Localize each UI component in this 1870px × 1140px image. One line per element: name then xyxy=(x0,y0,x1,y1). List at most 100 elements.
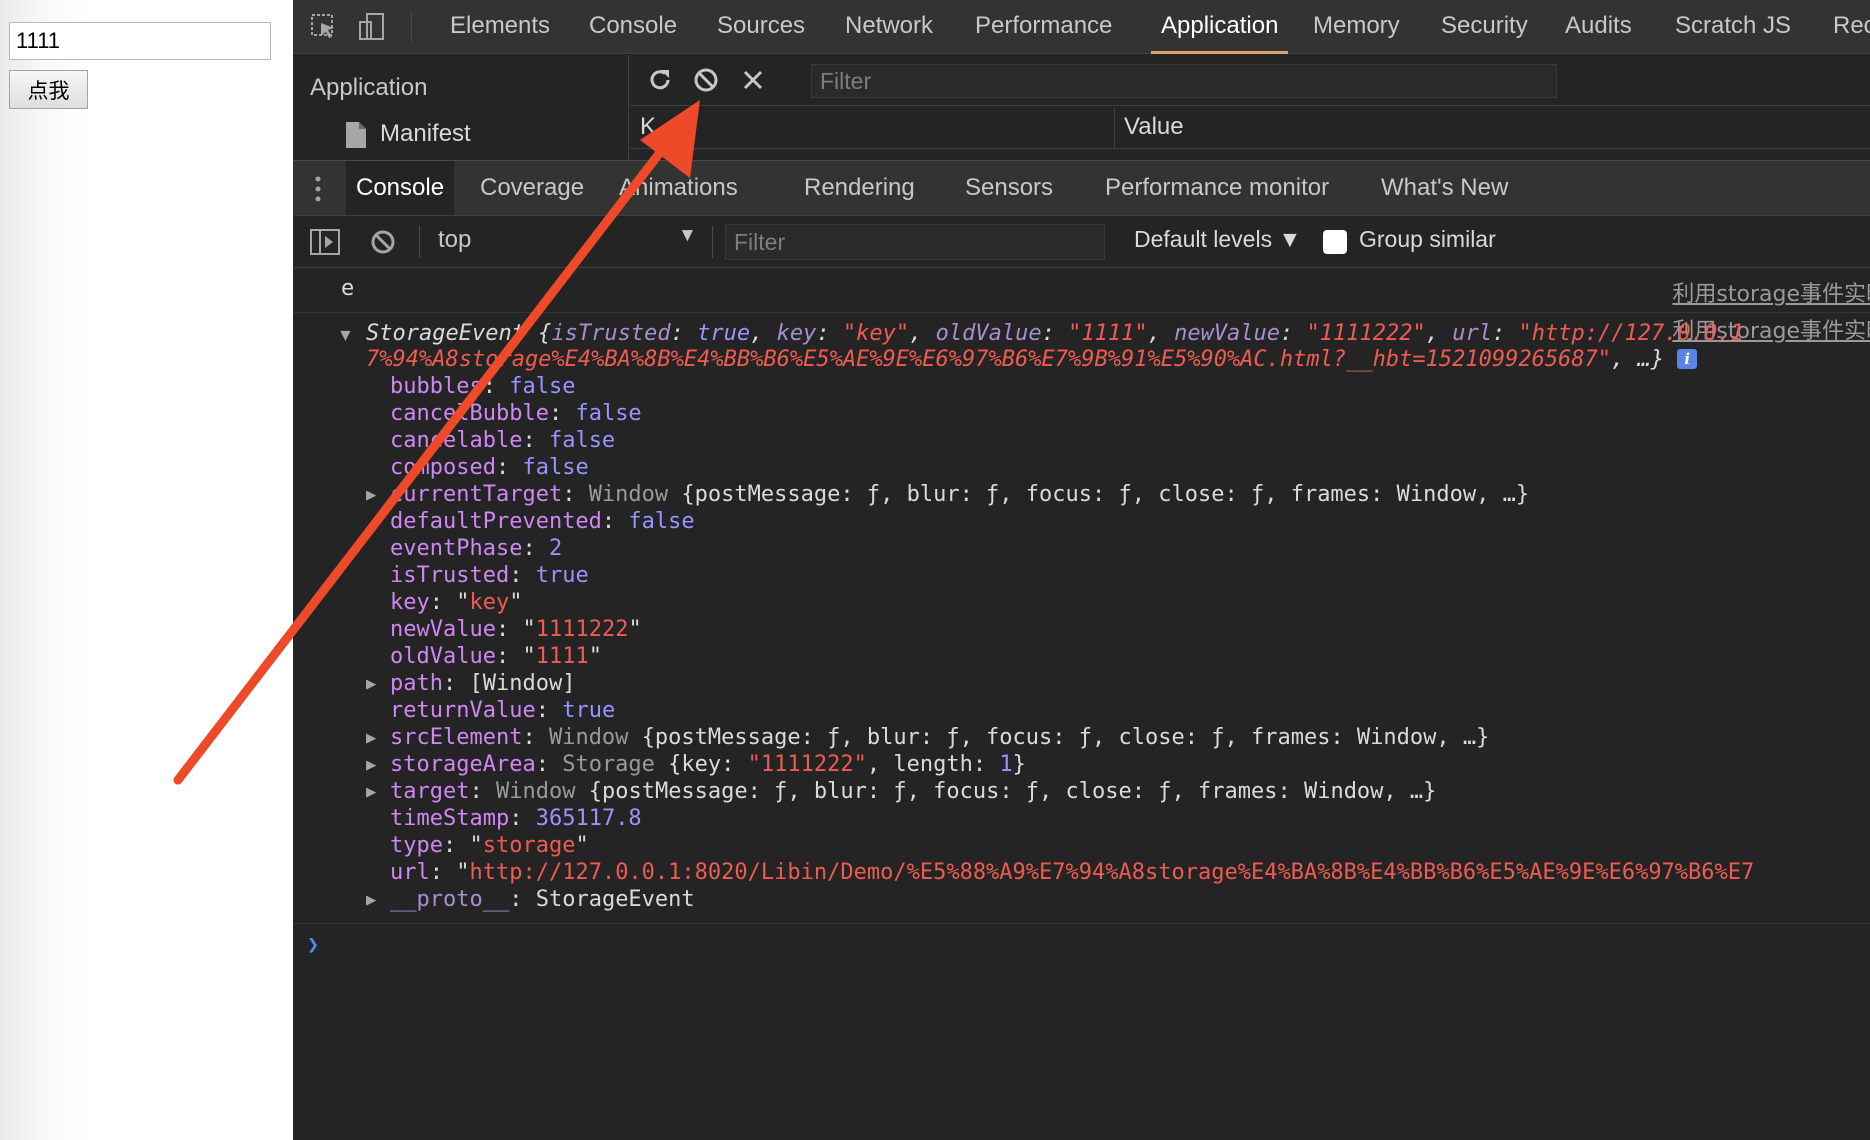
tab-sources[interactable]: Sources xyxy=(717,0,805,54)
prop-key: isTrusted xyxy=(390,563,510,588)
storage-toolbar: Filter xyxy=(630,55,1870,106)
storage-event-summary[interactable]: StorageEvent {isTrusted: true, key: "key… xyxy=(366,321,1744,346)
tab-security[interactable]: Security xyxy=(1441,0,1528,54)
prop-srcelement[interactable]: srcElement: Window {postMessage: ƒ, blur… xyxy=(390,725,1489,750)
drawer-tab-console[interactable]: Console xyxy=(346,161,455,215)
prop-class: Window xyxy=(588,482,669,507)
summary-value: "key" xyxy=(842,321,910,346)
summary-key: oldValue xyxy=(935,321,1042,346)
toolbar-divider xyxy=(419,226,420,258)
drawer-tab-performance-monitor[interactable]: Performance monitor xyxy=(1105,161,1329,215)
tab-performance[interactable]: Performance xyxy=(975,0,1112,54)
clear-console-icon[interactable] xyxy=(369,228,397,256)
clear-icon[interactable] xyxy=(692,66,720,94)
prop-currenttarget[interactable]: currentTarget: Window {postMessage: ƒ, b… xyxy=(390,482,1529,507)
drawer-tab-coverage[interactable]: Coverage xyxy=(480,161,584,215)
expand-triangle-icon[interactable]: ▶ xyxy=(366,755,376,775)
tab-memory[interactable]: Memory xyxy=(1313,0,1400,54)
drawer-tab-rendering[interactable]: Rendering xyxy=(804,161,915,215)
tab-scratch-js[interactable]: Scratch JS xyxy=(1675,0,1791,54)
prop-key: type xyxy=(390,833,443,858)
prop-key: key xyxy=(390,590,430,615)
storage-filter-input[interactable]: Filter xyxy=(811,64,1557,98)
prop-key: timeStamp xyxy=(390,806,510,831)
prop-value[interactable]: http://127.0.0.1:8020/Libin/Demo/%E5%88%… xyxy=(470,860,1755,885)
prop-key: srcElement xyxy=(390,725,523,750)
summary-value: true xyxy=(697,321,751,346)
value-column-header[interactable]: Value xyxy=(1124,113,1184,141)
group-similar-checkbox[interactable] xyxy=(1323,230,1347,254)
prop-value: [Window] xyxy=(469,671,576,696)
drawer-tab-animations[interactable]: Animations xyxy=(619,161,738,215)
storage-event-summary-cont: 7%94%A8storage%E4%BA%8B%E4%BB%B6%E5%AE%9… xyxy=(366,347,1698,372)
prop-eventphase: eventPhase: 2 xyxy=(390,536,563,561)
drawer-menu-icon[interactable] xyxy=(313,175,323,203)
prop-storagearea[interactable]: storageArea: Storage {key: "1111222", le… xyxy=(390,752,1026,777)
expand-triangle-icon[interactable]: ▶ xyxy=(366,890,376,910)
inspect-element-icon[interactable] xyxy=(309,12,339,42)
devtools-panel: Elements Console Sources Network Perform… xyxy=(293,0,1870,1140)
tab-audits[interactable]: Audits xyxy=(1565,0,1632,54)
prop-value: true xyxy=(535,563,589,588)
prop-key: url xyxy=(390,860,430,885)
info-icon[interactable]: i xyxy=(1677,349,1698,369)
prop-proto[interactable]: __proto__: StorageEvent xyxy=(390,887,695,912)
device-toolbar-icon[interactable] xyxy=(357,12,387,42)
group-similar-label: Group similar xyxy=(1359,226,1496,252)
expand-triangle-icon[interactable]: ▶ xyxy=(366,485,376,505)
tab-elements[interactable]: Elements xyxy=(450,0,550,54)
log-text: e xyxy=(341,276,355,301)
tab-network[interactable]: Network xyxy=(845,0,933,54)
context-dropdown-arrow-icon[interactable]: ▼ xyxy=(678,225,697,247)
prop-defaultprevented: defaultPrevented: false xyxy=(390,509,695,534)
prop-value: 365117.8 xyxy=(535,806,642,831)
manifest-file-icon xyxy=(346,122,366,148)
click-me-button[interactable]: 点我 xyxy=(9,70,88,109)
key-column-header[interactable]: K xyxy=(640,113,656,141)
prop-newvalue: newValue: "1111222" xyxy=(390,617,642,642)
prop-key: composed xyxy=(390,455,496,480)
expand-triangle-icon[interactable]: ▶ xyxy=(336,331,356,341)
prop-class: Storage xyxy=(562,752,655,777)
delete-icon[interactable] xyxy=(740,67,766,93)
expand-triangle-icon[interactable]: ▶ xyxy=(366,728,376,748)
refresh-icon[interactable] xyxy=(646,66,674,94)
prop-timestamp: timeStamp: 365117.8 xyxy=(390,806,642,831)
prop-class: Window xyxy=(495,779,576,804)
prop-path[interactable]: path: [Window] xyxy=(390,671,575,696)
prop-value: StorageEvent xyxy=(535,887,695,912)
prop-value: storage xyxy=(482,833,576,858)
expand-triangle-icon[interactable]: ▶ xyxy=(366,782,376,802)
prop-key: currentTarget xyxy=(390,482,563,507)
prop-key: target xyxy=(390,779,470,804)
column-divider[interactable] xyxy=(1114,107,1115,149)
tab-application[interactable]: Application xyxy=(1151,0,1289,54)
prop-value: false xyxy=(575,401,642,426)
tab-console[interactable]: Console xyxy=(589,0,677,54)
storage-view: Filter K Value xyxy=(630,55,1870,160)
storage-value-input[interactable] xyxy=(9,22,271,60)
prop-key: __proto__ xyxy=(390,887,510,912)
toolbar-divider xyxy=(712,226,713,258)
console-prompt-icon[interactable]: ❯ xyxy=(307,932,319,956)
source-link[interactable]: 利用storage事件实时监 xyxy=(1672,276,1870,308)
prop-value: true xyxy=(562,698,616,723)
show-sidebar-icon[interactable] xyxy=(309,228,341,256)
prop-value: 1 xyxy=(999,752,1013,777)
execution-context-selector[interactable]: top xyxy=(438,226,471,254)
summary-value: "1111222" xyxy=(1306,321,1426,346)
prop-key: newValue xyxy=(390,617,496,642)
prop-composed: composed: false xyxy=(390,455,589,480)
prop-key: defaultPrevented xyxy=(390,509,602,534)
summary-key: newValue xyxy=(1174,321,1281,346)
prop-cancelbubble: cancelBubble: false xyxy=(390,401,642,426)
drawer-tab-sensors[interactable]: Sensors xyxy=(965,161,1053,215)
summary-key: key xyxy=(776,321,817,346)
tab-recorder[interactable]: Rec xyxy=(1833,0,1870,54)
console-filter-input[interactable]: Filter xyxy=(725,224,1105,260)
expand-triangle-icon[interactable]: ▶ xyxy=(366,674,376,694)
sidebar-item-manifest[interactable]: Manifest xyxy=(380,120,471,148)
drawer-tab-whats-new[interactable]: What's New xyxy=(1381,161,1508,215)
log-levels-dropdown[interactable]: Default levels ▼ xyxy=(1134,226,1301,253)
prop-target[interactable]: target: Window {postMessage: ƒ, blur: ƒ,… xyxy=(390,779,1436,804)
